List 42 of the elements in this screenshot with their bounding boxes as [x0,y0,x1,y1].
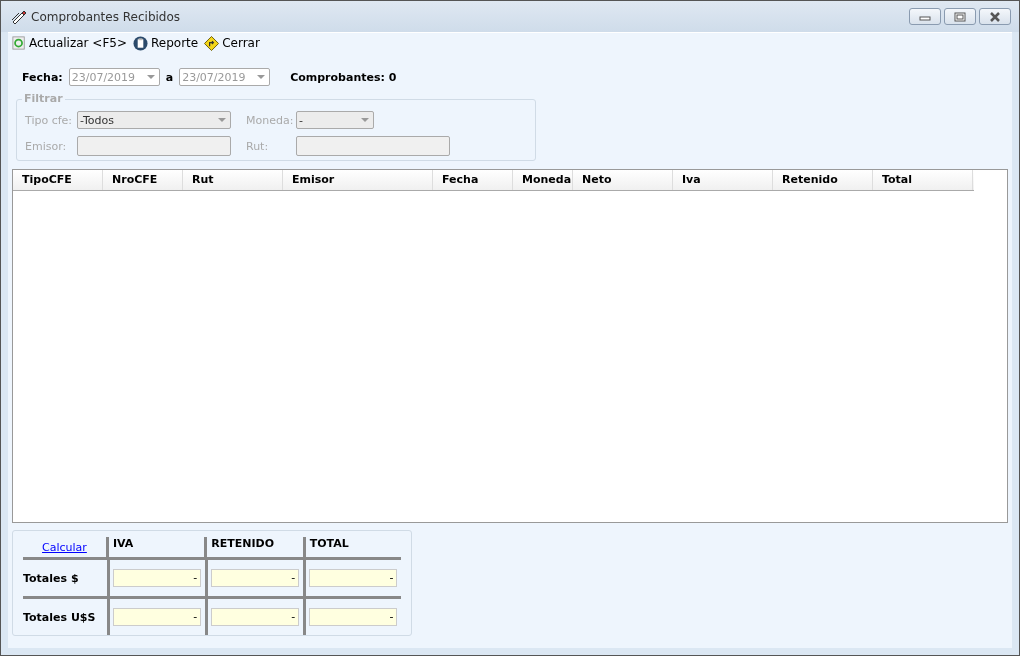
minimize-button[interactable] [909,8,941,25]
window-title: Comprobantes Recibidos [31,9,181,24]
total-value-field: - [211,608,300,626]
totals-column-header: IVA [108,537,208,557]
column-header[interactable]: NroCFE [103,170,183,190]
pencil-icon [11,8,27,25]
maximize-icon [954,11,966,22]
column-header[interactable]: Neto [573,170,673,190]
total-value-field: - [309,608,398,626]
close-button[interactable] [979,8,1011,25]
field-label: Rut: [246,139,270,153]
column-header[interactable]: Retenido [773,170,873,190]
total-value-field: - [113,569,202,587]
total-value-field: - [211,569,300,587]
column-header[interactable]: Emisor [283,170,433,190]
close-form-button[interactable]: Cerrar [204,35,260,51]
refresh-button[interactable]: Actualizar <F5> [12,36,127,50]
column-header[interactable]: TipoCFE [13,170,103,190]
column-header[interactable]: Rut [183,170,283,190]
report-button[interactable]: Reporte [133,35,199,51]
clipboard-icon [133,35,148,51]
column-header[interactable]: Iva [673,170,773,190]
column-header[interactable]: Moneda [513,170,573,190]
filter-title: Filtrar [22,92,65,105]
field-label: Emisor: [25,139,68,153]
close-icon [989,11,1001,22]
field-label: Moneda: [246,113,295,127]
totals-row-label: Totales $ [23,560,110,596]
totals-column-header: TOTAL [308,537,350,552]
total-value-field: - [113,608,202,626]
refresh-icon [12,36,26,50]
turn-sign-icon [204,35,220,51]
totals-row-label: Totales U$S [23,599,110,635]
field-label: Tipo cfe: [25,113,74,127]
total-value-field: - [309,569,398,587]
calcular-link[interactable]: Calcular [23,537,109,557]
count-label: Comprobantes: 0 [290,70,397,84]
range-separator: a [165,70,174,84]
column-header[interactable]: Total [873,170,973,190]
date-label: Fecha: [22,70,63,84]
column-header[interactable]: Fecha [433,170,513,190]
totals-column-header: RETENIDO [207,537,306,557]
